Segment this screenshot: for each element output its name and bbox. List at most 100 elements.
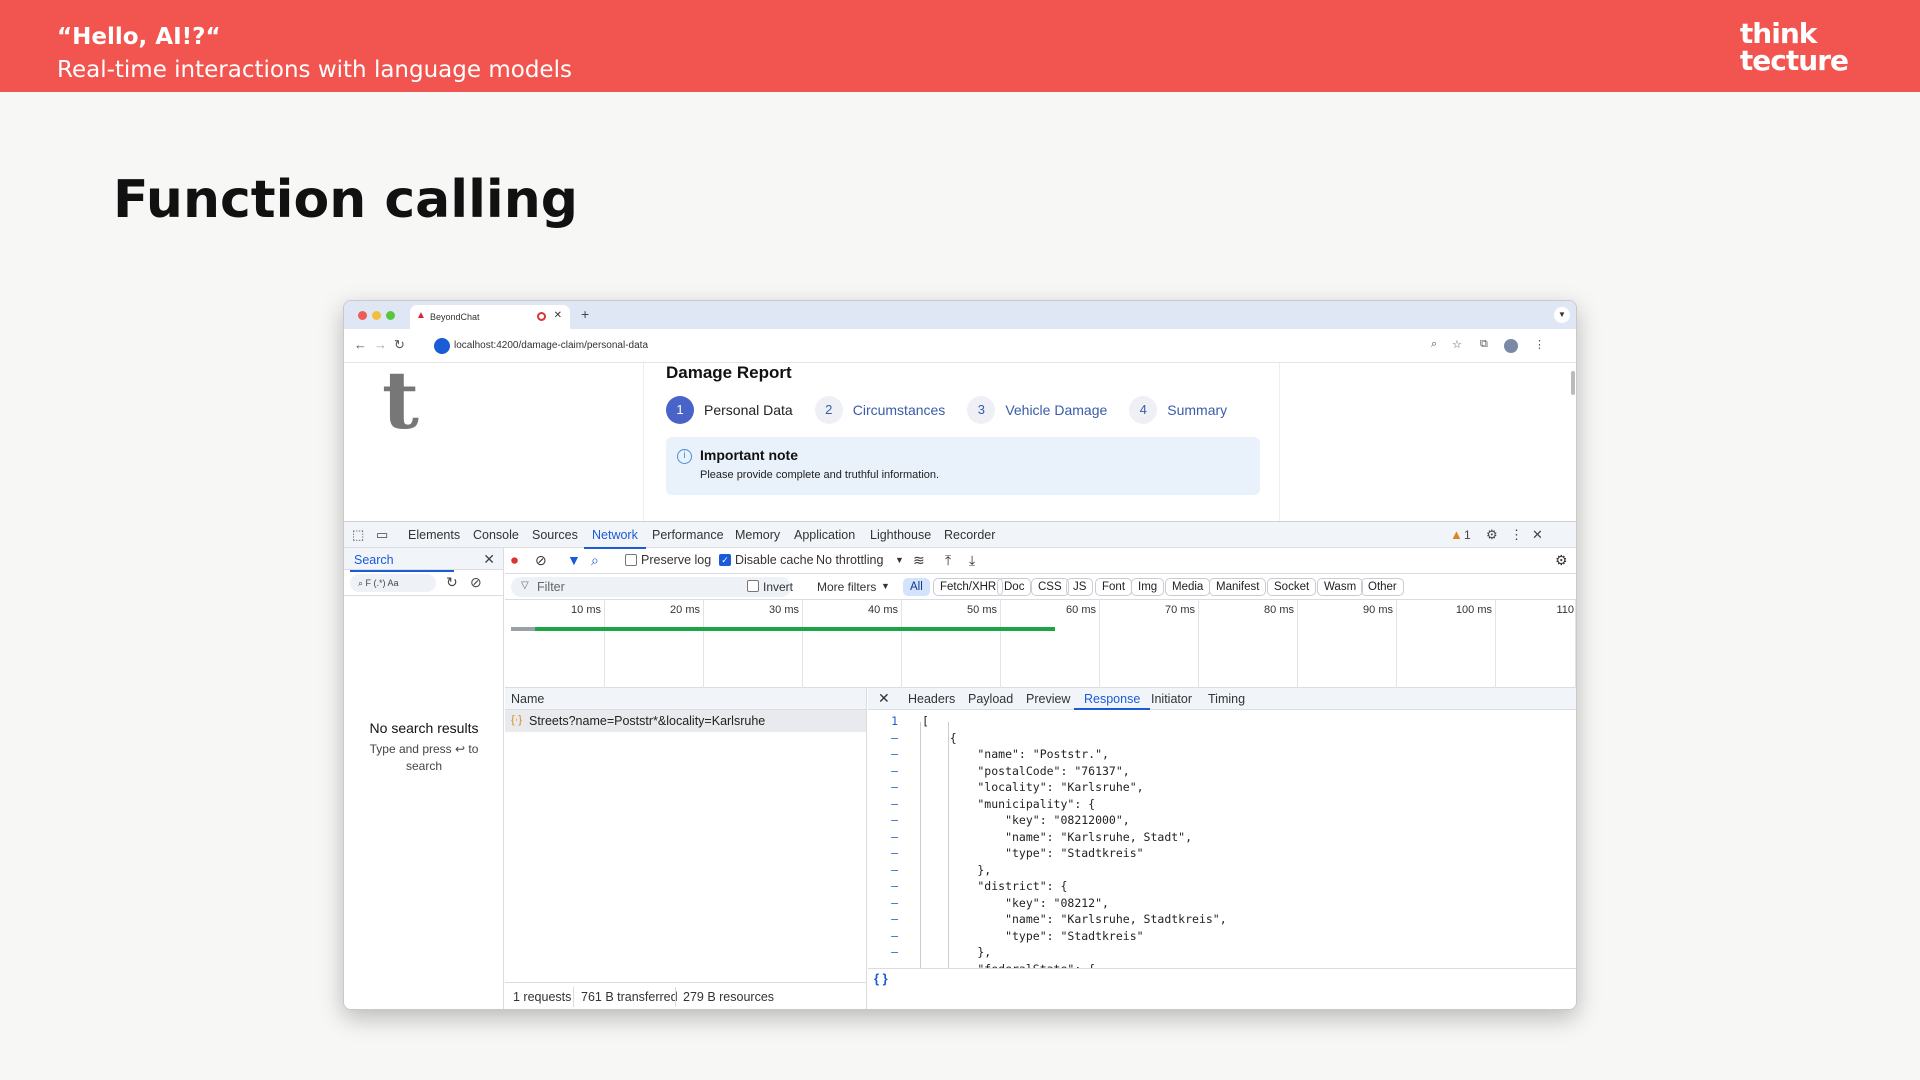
reload-icon[interactable]: ↻: [394, 337, 405, 353]
code-line: – "key": "08212",: [868, 895, 1576, 913]
search-icon: ⌕: [358, 578, 366, 588]
code-text: "postalCode": "76137",: [922, 763, 1130, 778]
code-line: – },: [868, 945, 1576, 962]
preserve-log-checkbox[interactable]: [625, 554, 637, 566]
profile-avatar[interactable]: [1504, 339, 1518, 353]
bookmark-star-icon[interactable]: ☆: [1452, 338, 1462, 351]
forward-icon[interactable]: →: [374, 337, 387, 352]
chip-img[interactable]: Img: [1131, 578, 1165, 596]
step-summary[interactable]: 4 Summary: [1129, 396, 1227, 424]
page-scrollbar[interactable]: [1571, 371, 1575, 395]
chip-manifest[interactable]: Manifest: [1209, 578, 1267, 596]
network-toolbar: ⏺ ⊘ ▼ ⌕ Preserve log ✓ Disable cache No …: [505, 548, 1576, 574]
invert-label: Invert: [763, 580, 794, 594]
record-icon[interactable]: ⏺: [511, 552, 518, 569]
chevron-down-icon[interactable]: ▼: [895, 555, 904, 565]
more-filters-dropdown[interactable]: More filters: [817, 580, 876, 594]
step-circumstances[interactable]: 2 Circumstances: [814, 396, 945, 424]
filter-funnel-icon[interactable]: ▼: [567, 552, 581, 568]
search-network-icon[interactable]: ⌕: [591, 552, 599, 569]
back-icon[interactable]: ←: [354, 337, 367, 352]
step-vehicle-damage[interactable]: 3 Vehicle Damage: [967, 396, 1107, 424]
tab-payload[interactable]: Payload: [968, 692, 1013, 706]
requests-count: 1 requests: [513, 990, 572, 1004]
tab-lighthouse[interactable]: Lighthouse: [870, 528, 931, 542]
tab-preview[interactable]: Preview: [1026, 692, 1070, 706]
upload-icon[interactable]: ⤒: [945, 552, 951, 569]
name-column-header[interactable]: Name: [505, 688, 866, 710]
search-tab-label[interactable]: Search: [350, 553, 453, 572]
invert-checkbox[interactable]: [747, 580, 759, 592]
devtools-menu-icon[interactable]: ⋮: [1510, 527, 1523, 543]
slide-header-subtitle: Real-time interactions with language mod…: [57, 57, 572, 83]
tab-application[interactable]: Application: [794, 528, 855, 542]
tab-network[interactable]: Network: [584, 528, 646, 549]
inspect-element-icon[interactable]: ⬚: [352, 527, 364, 543]
minimize-window-dot[interactable]: [372, 311, 381, 320]
search-input[interactable]: ⌕ F (.*) Aa: [350, 574, 436, 592]
close-details-icon[interactable]: ✕: [878, 690, 890, 707]
zoom-window-dot[interactable]: [386, 311, 395, 320]
code-text: "municipality": {: [922, 796, 1096, 811]
download-icon[interactable]: ⤓: [969, 552, 975, 569]
chip-css[interactable]: CSS: [1031, 578, 1069, 596]
menu-kebab-icon[interactable]: ⋮: [1534, 338, 1545, 351]
network-timeline[interactable]: 10 ms 20 ms 30 ms 40 ms 50 ms 60 ms 70 m…: [505, 600, 1576, 688]
refresh-icon[interactable]: ↻: [446, 574, 458, 591]
line-number: –: [891, 813, 898, 827]
tab-search-chevron-icon[interactable]: ▼: [1554, 307, 1570, 323]
extensions-icon[interactable]: ⧉: [1480, 338, 1488, 351]
clear-log-icon[interactable]: ⊘: [535, 552, 547, 569]
tab-recorder[interactable]: Recorder: [944, 528, 995, 542]
chip-font[interactable]: Font: [1095, 578, 1133, 596]
response-code-view[interactable]: 1[– {– "name": "Poststr.", – "postalCode"…: [868, 710, 1576, 968]
network-conditions-icon[interactable]: ≋: [913, 552, 925, 569]
step-personal-data[interactable]: 1 Personal Data: [666, 396, 793, 424]
waterfall-request-bar: [535, 627, 1055, 631]
tab-timing[interactable]: Timing: [1208, 692, 1245, 706]
warning-count[interactable]: 1: [1464, 528, 1471, 542]
table-row[interactable]: {·} Streets?name=Poststr*&locality=Karls…: [505, 710, 866, 732]
url-field[interactable]: localhost:4200/damage-claim/personal-dat…: [432, 334, 1482, 358]
tab-memory[interactable]: Memory: [735, 528, 780, 542]
tab-performance[interactable]: Performance: [652, 528, 724, 542]
tab-headers[interactable]: Headers: [908, 692, 955, 706]
chip-socket[interactable]: Socket: [1267, 578, 1317, 596]
tab-console[interactable]: Console: [473, 528, 519, 542]
chip-wasm[interactable]: Wasm: [1317, 578, 1364, 596]
disable-cache-checkbox[interactable]: ✓: [719, 554, 731, 566]
chip-other[interactable]: Other: [1361, 578, 1404, 596]
tab-elements[interactable]: Elements: [408, 528, 460, 542]
chip-doc[interactable]: Doc: [997, 578, 1032, 596]
line-number: 1: [891, 714, 898, 728]
line-number: –: [891, 730, 898, 745]
zoom-icon[interactable]: ⌕: [1431, 338, 1437, 351]
close-tab-icon[interactable]: ✕: [554, 310, 562, 321]
damage-report-card: Damage Report 1 Personal Data 2 Circumst…: [643, 363, 1280, 521]
close-search-icon[interactable]: ✕: [483, 551, 495, 568]
throttling-select[interactable]: No throttling: [816, 553, 883, 567]
close-devtools-icon[interactable]: ✕: [1532, 527, 1543, 543]
chip-js[interactable]: JS: [1066, 578, 1094, 596]
tab-title: BeyondChat: [430, 312, 480, 322]
chip-media[interactable]: Media: [1165, 578, 1211, 596]
tab-initiator[interactable]: Initiator: [1151, 692, 1192, 706]
browser-tab[interactable]: ▲ BeyondChat ✕: [410, 305, 570, 329]
site-info-icon[interactable]: [434, 338, 450, 354]
chip-fetch-xhr[interactable]: Fetch/XHR: [933, 578, 1004, 596]
line-number: –: [891, 879, 898, 893]
pretty-print-button[interactable]: { }: [868, 968, 1576, 988]
tab-sources[interactable]: Sources: [532, 528, 578, 542]
code-text: "district": {: [922, 879, 1068, 893]
device-toolbar-icon[interactable]: ▭: [376, 527, 388, 543]
chip-all[interactable]: All: [903, 578, 930, 596]
clear-icon[interactable]: ⊘: [470, 574, 482, 591]
new-tab-icon[interactable]: +: [581, 306, 589, 322]
warning-icon[interactable]: ▲: [1450, 527, 1463, 542]
network-settings-icon[interactable]: ⚙: [1555, 552, 1568, 569]
code-text: "key": "08212",: [922, 895, 1109, 910]
tab-response[interactable]: Response: [1073, 692, 1151, 710]
search-hint: Type and press ↩ to search: [369, 742, 479, 773]
close-window-dot[interactable]: [358, 311, 367, 320]
settings-gear-icon[interactable]: ⚙: [1486, 527, 1498, 543]
